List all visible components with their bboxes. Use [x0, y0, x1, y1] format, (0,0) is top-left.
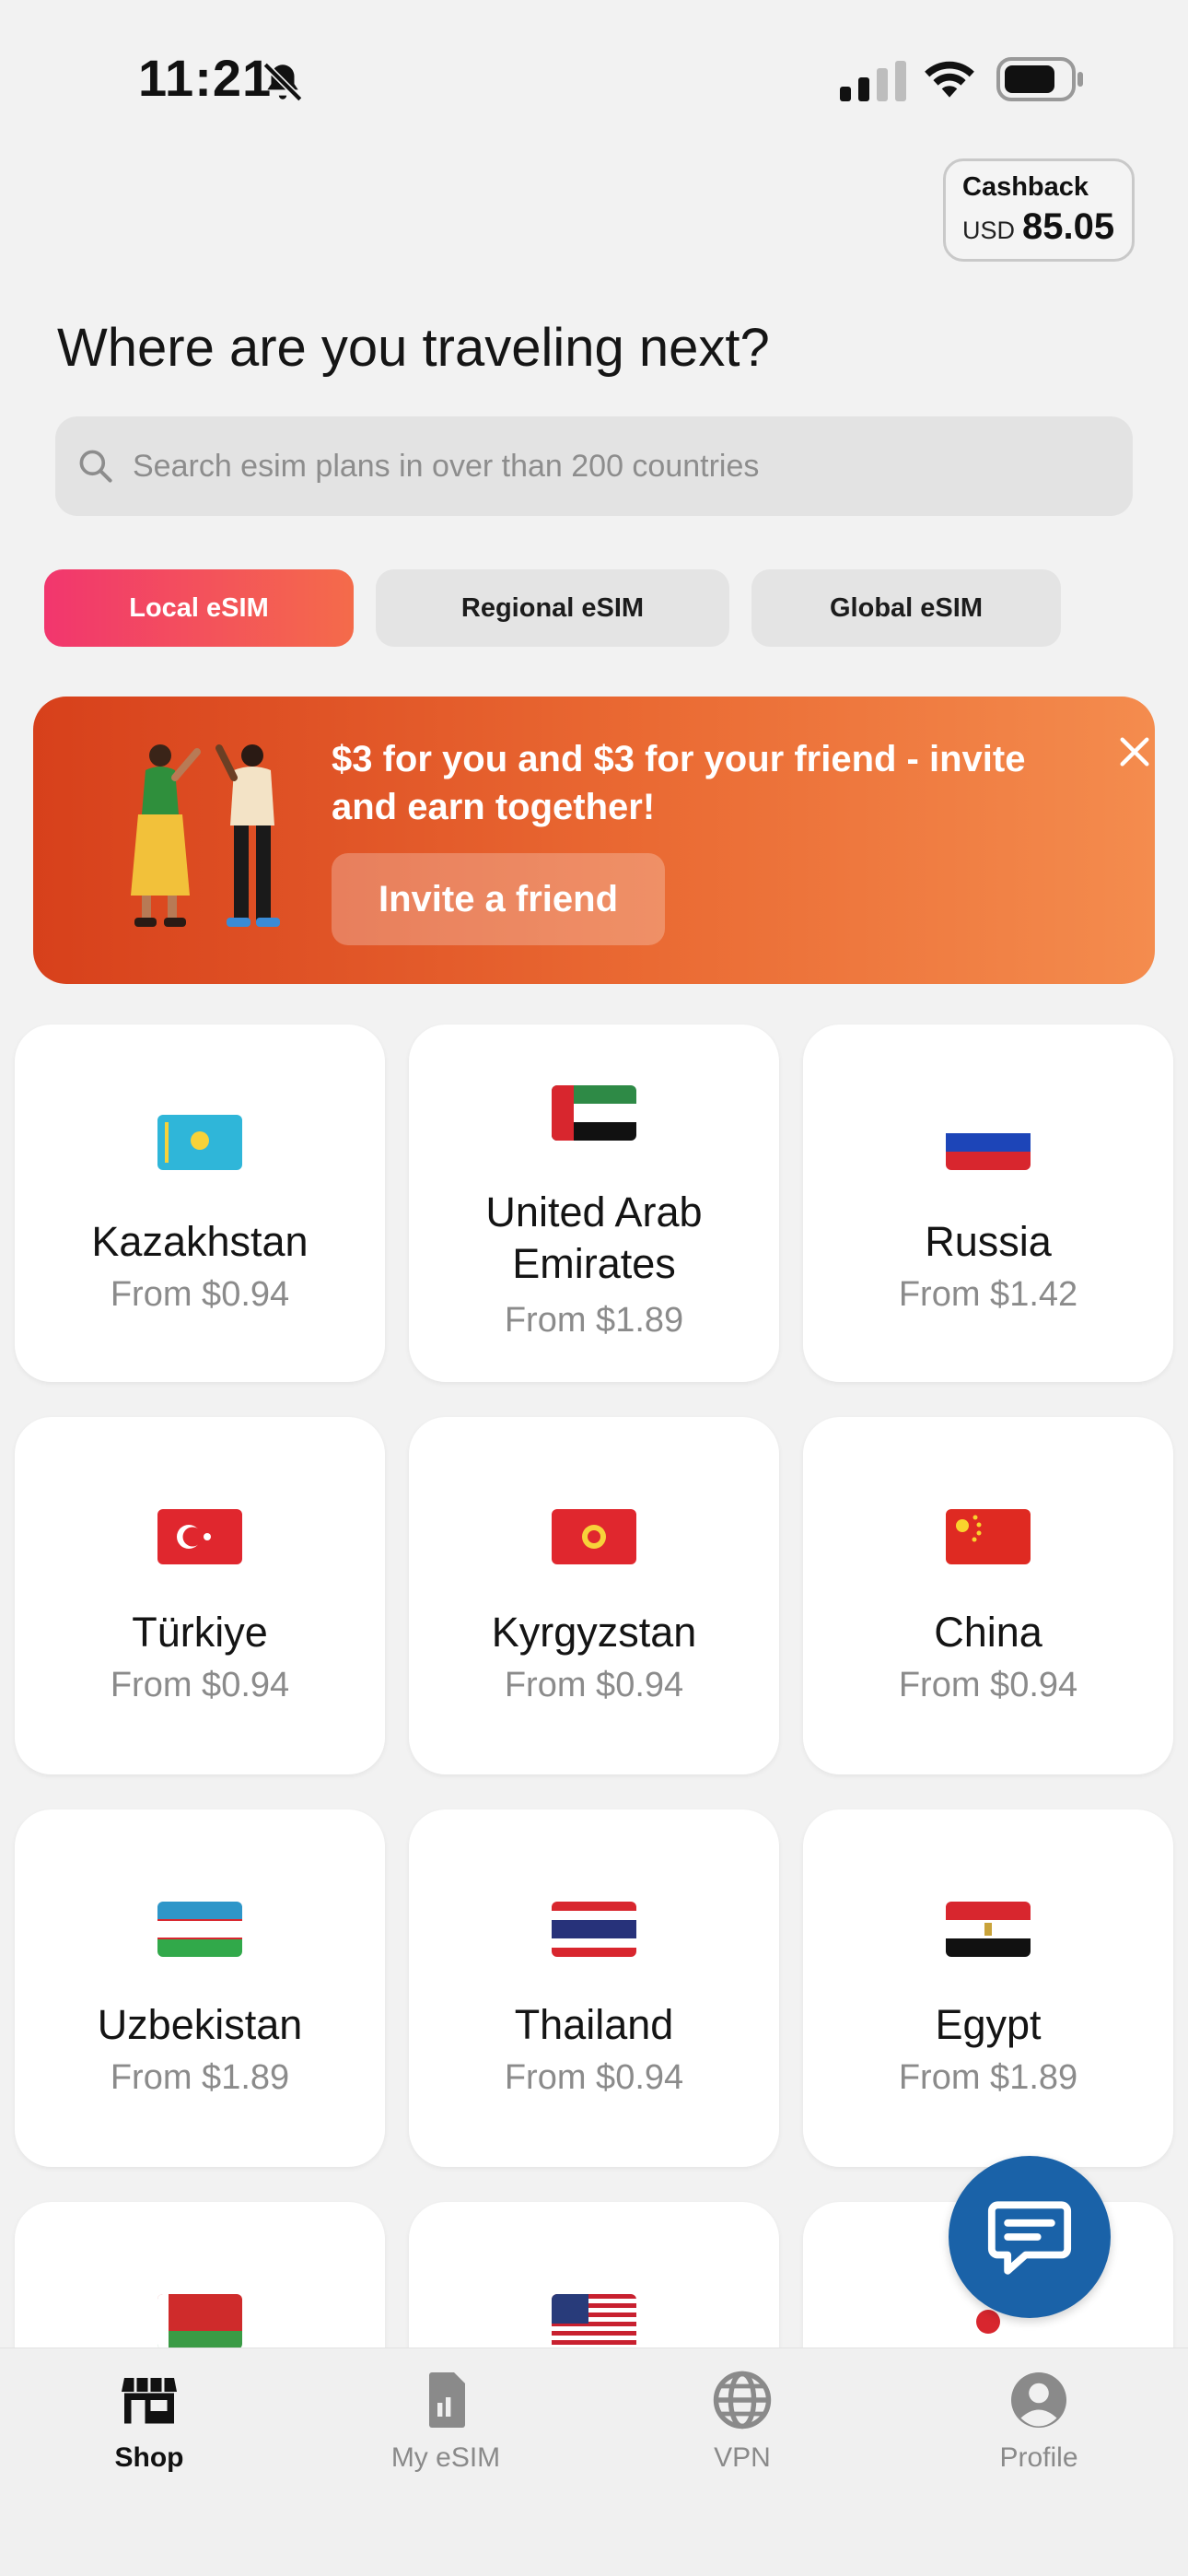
country-price: From $0.94 — [504, 1666, 684, 1704]
country-name: Egypt — [935, 2001, 1042, 2048]
close-icon — [1120, 737, 1149, 767]
country-name: Thailand — [514, 2001, 674, 2048]
country-price: From $1.89 — [110, 2058, 290, 2097]
country-price: From $0.94 — [110, 1666, 290, 1704]
china-flag-icon — [946, 1509, 1031, 1564]
cashback-amount: 85.05 — [1022, 206, 1115, 247]
country-card-egypt[interactable]: Egypt From $1.89 — [803, 1809, 1173, 2167]
country-name: Kazakhstan — [91, 1218, 309, 1265]
cashback-currency: USD — [962, 217, 1016, 244]
tab-profile[interactable]: Profile — [928, 2367, 1149, 2474]
country-card-usa[interactable] — [409, 2202, 779, 2349]
cellular-signal-icon — [840, 61, 906, 101]
tab-shop[interactable]: Shop — [39, 2367, 260, 2474]
country-name: Uzbekistan — [97, 2001, 303, 2048]
close-banner-button[interactable] — [1098, 724, 1155, 779]
sim-card-icon — [429, 2372, 465, 2428]
usa-flag-icon — [552, 2294, 636, 2349]
page-title: Where are you traveling next? — [57, 318, 770, 378]
bottom-tab-bar: Shop My eSIM VPN Profile — [0, 2348, 1188, 2576]
egypt-flag-icon — [946, 1902, 1031, 1957]
country-card-uzbekistan[interactable]: Uzbekistan From $1.89 — [15, 1809, 385, 2167]
russia-flag-icon — [946, 1115, 1031, 1170]
tab-local-esim[interactable]: Local eSIM — [44, 569, 354, 647]
country-card-turkiye[interactable]: Türkiye From $0.94 — [15, 1417, 385, 1774]
tab-my-esim[interactable]: My eSIM — [335, 2367, 556, 2474]
country-name: United Arab Emirates — [485, 1188, 703, 1287]
profile-icon — [1011, 2372, 1066, 2428]
country-grid: Kazakhstan From $0.94 United Arab Emirat… — [0, 1023, 1188, 2349]
country-price: From $1.89 — [898, 2058, 1078, 2097]
kyrgyzstan-flag-icon — [552, 1509, 636, 1564]
cashback-title: Cashback — [962, 172, 1089, 202]
country-card-china[interactable]: China From $0.94 — [803, 1417, 1173, 1774]
turkey-flag-icon — [157, 1509, 242, 1564]
country-price: From $0.94 — [110, 1275, 290, 1314]
country-name: China — [934, 1609, 1042, 1656]
country-name: Türkiye — [132, 1609, 268, 1656]
country-card-uae[interactable]: United Arab Emirates From $1.89 — [409, 1025, 779, 1382]
referral-banner: $3 for you and $3 for your friend - invi… — [33, 697, 1155, 984]
invite-friend-button[interactable]: Invite a friend — [332, 853, 665, 945]
country-price: From $0.94 — [898, 1666, 1078, 1704]
tab-vpn[interactable]: VPN — [632, 2367, 853, 2474]
tab-label: My eSIM — [390, 2442, 501, 2473]
chat-icon — [987, 2201, 1072, 2275]
country-price: From $0.94 — [504, 2058, 684, 2097]
country-card-russia[interactable]: Russia From $1.42 — [803, 1025, 1173, 1382]
country-price: From $1.42 — [898, 1275, 1078, 1314]
support-chat-button[interactable] — [949, 2156, 1111, 2318]
belarus-flag-icon — [157, 2294, 242, 2349]
esim-type-tabs: Local eSIM Regional eSIM Global eSIM — [0, 569, 1188, 647]
kazakhstan-flag-icon — [157, 1115, 242, 1170]
status-bar: 11:21 — [0, 0, 1188, 157]
battery-icon — [996, 57, 1083, 101]
country-card-kazakhstan[interactable]: Kazakhstan From $0.94 — [15, 1025, 385, 1382]
tab-global-esim[interactable]: Global eSIM — [751, 569, 1061, 647]
country-card-kyrgyzstan[interactable]: Kyrgyzstan From $0.94 — [409, 1417, 779, 1774]
country-card-thailand[interactable]: Thailand From $0.94 — [409, 1809, 779, 2167]
thailand-flag-icon — [552, 1902, 636, 1957]
bell-muted-icon — [262, 62, 303, 102]
status-time: 11:21 — [138, 49, 273, 107]
tab-label: Shop — [114, 2442, 184, 2473]
country-name: Russia — [925, 1218, 1052, 1265]
country-name: Kyrgyzstan — [491, 1609, 697, 1656]
tab-label: VPN — [714, 2442, 771, 2473]
search-input[interactable]: Search esim plans in over than 200 count… — [55, 416, 1133, 516]
tab-label: Profile — [999, 2442, 1078, 2473]
search-placeholder: Search esim plans in over than 200 count… — [133, 448, 760, 484]
shop-icon — [122, 2378, 177, 2424]
friends-illustration — [131, 744, 280, 927]
uzbekistan-flag-icon — [157, 1902, 242, 1957]
wifi-icon — [925, 61, 974, 98]
country-price: From $1.89 — [504, 1301, 684, 1340]
globe-icon — [713, 2371, 772, 2430]
country-card-belarus[interactable] — [15, 2202, 385, 2349]
cashback-badge[interactable]: Cashback USD 85.05 — [943, 158, 1135, 262]
tab-regional-esim[interactable]: Regional eSIM — [376, 569, 729, 647]
uae-flag-icon — [552, 1085, 636, 1141]
search-icon — [79, 450, 112, 483]
referral-text: $3 for you and $3 for your friend - invi… — [332, 739, 1026, 827]
